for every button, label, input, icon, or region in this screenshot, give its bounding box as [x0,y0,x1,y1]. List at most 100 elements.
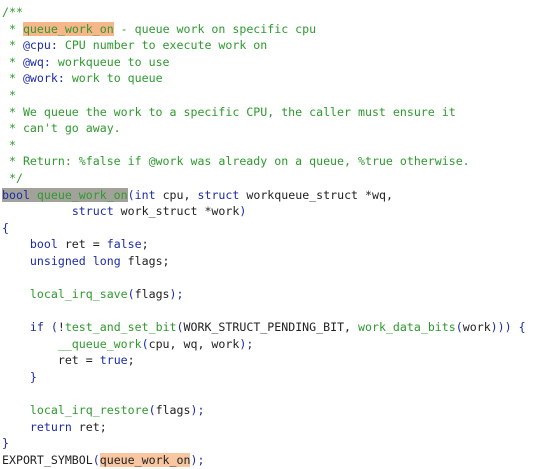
code-line[interactable]: ret = true; [0,352,554,369]
code-token: ))) { [490,320,526,335]
code-token: ; [127,353,135,368]
code-token: test_and_set_bit [64,320,177,335]
code-token: cpu, [155,187,198,202]
code-token: * [2,71,23,86]
code-token: * [2,54,23,69]
code-line[interactable]: * Return: %false if @work was already on… [0,153,554,170]
code-token: * We queue the work to a specific CPU, t… [2,104,456,119]
code-line[interactable]: bool ret = false; [0,236,554,253]
code-token: * [2,21,23,36]
code-line[interactable]: } [0,369,554,386]
code-token: ); [190,403,205,418]
code-line[interactable]: * [0,137,554,154]
code-token: { [2,220,9,235]
code-token: __queue_work [57,336,142,351]
code-line[interactable]: local_irq_restore(flags); [0,402,554,419]
code-token: /** [2,5,23,19]
code-token: @cpu: [22,38,58,53]
code-token: ( [148,403,156,418]
code-token: ); [239,336,254,351]
code-token: int [134,187,156,202]
code-token: ( [176,320,184,335]
code-token: @work: [22,71,65,86]
code-line[interactable]: __queue_work(cpu, wq, work); [0,336,554,353]
code-token: * [2,87,16,102]
code-token: return [29,419,72,434]
code-token: false [106,237,142,252]
code-line[interactable]: if (!test_and_set_bit(WORK_STRUCT_PENDIN… [0,319,554,336]
code-token: @wq: [22,54,51,69]
code-line[interactable]: /** [0,4,554,21]
highlighted-token: bool [2,187,30,202]
code-token: cpu, wq, work [148,336,240,351]
code-token: * Return: %false if @work was already on… [2,154,470,169]
code-token: ret; [71,419,107,434]
code-line[interactable]: */ [0,170,554,187]
code-token: ( [43,320,58,335]
code-token: * [2,137,16,152]
code-token: } [2,436,9,451]
code-token: ! [57,320,65,335]
code-token: WORK_STRUCT_PENDING_BIT, [183,320,359,335]
code-line[interactable]: EXPORT_SYMBOL(queue_work_on); [0,452,554,469]
code-token: bool [29,237,58,252]
code-line[interactable] [0,303,554,320]
code-line[interactable]: * [0,87,554,104]
code-line[interactable]: return ret; [0,419,554,436]
code-line[interactable]: local_irq_save(flags); [0,286,554,303]
code-line[interactable]: bool queue_work_on(int cpu, struct workq… [0,187,554,204]
code-line[interactable]: * We queue the work to a specific CPU, t… [0,104,554,121]
code-token: ; [141,237,149,252]
code-editor[interactable]: /** * queue_work_on - queue work on spec… [0,0,554,469]
code-line[interactable]: * @work: work to queue [0,70,554,87]
code-token: if [29,320,44,335]
code-token: workqueue to use [50,54,170,69]
code-token: flags; [120,253,170,268]
code-token: struct [71,204,114,219]
code-token: } [29,370,37,385]
code-line[interactable]: * queue_work_on - queue work on specific… [0,21,554,38]
code-token: * [2,38,23,53]
code-token: work_data_bits [358,320,456,335]
code-token: work_struct *work [113,204,240,219]
code-line[interactable] [0,386,554,403]
code-token: struct [197,187,240,202]
code-token: CPU number to execute work on [57,38,268,53]
code-token: * can't go away. [2,121,121,136]
code-line[interactable]: unsigned long flags; [0,253,554,270]
code-line[interactable]: struct work_struct *work) [0,203,554,220]
code-token: workqueue_struct *wq, [239,187,393,202]
code-token: flags [134,287,170,302]
code-token: unsigned [29,253,86,268]
code-token: - queue work on specific cpu [113,21,317,36]
code-token: true [99,353,128,368]
code-line[interactable]: { [0,220,554,237]
code-token: long [92,253,121,268]
code-line[interactable]: * can't go away. [0,120,554,137]
code-token: local_irq_restore [29,403,149,418]
code-token: ) [239,204,247,219]
code-token: work to queue [64,71,163,86]
highlighted-token: queue_work_on [29,187,128,202]
code-line[interactable]: * @cpu: CPU number to execute work on [0,37,554,54]
code-token: ( [127,287,135,302]
code-token: ( [141,336,149,351]
code-line[interactable] [0,270,554,287]
highlighted-token: queue_work_on [22,21,114,36]
code-token: work [462,320,491,335]
code-token: ); [169,287,184,302]
code-token: ret = [57,237,107,252]
code-line[interactable]: * @wq: workqueue to use [0,54,554,71]
code-line[interactable]: } [0,435,554,452]
code-token: ( [127,187,135,202]
code-token: */ [2,170,23,185]
